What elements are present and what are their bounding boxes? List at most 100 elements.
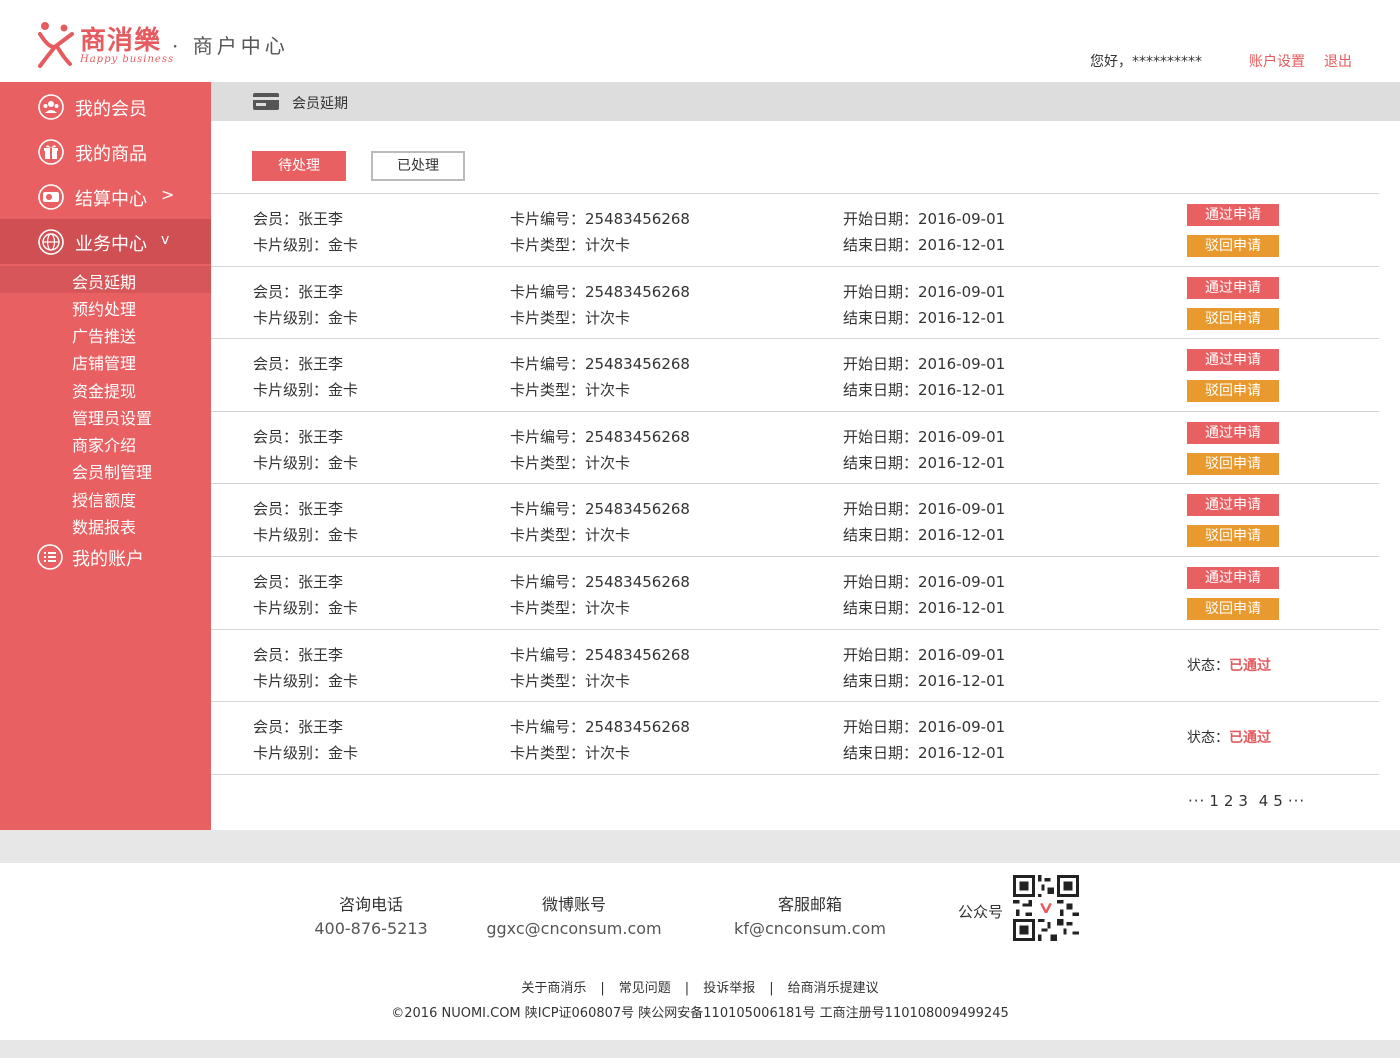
table-row: 会员：张王李 卡片级别：金卡 卡片编号：25483456268 卡片类型：计次卡 开始日…: [211, 266, 1379, 339]
start-date: 开始日期：2016-09-01: [843, 500, 1006, 518]
reject-button[interactable]: 驳回申请: [1187, 235, 1279, 257]
card-level: 卡片级别：金卡: [253, 672, 359, 690]
list-icon: [37, 544, 63, 570]
sidebar-subitem-merchant-intro[interactable]: 商家介绍: [0, 429, 211, 456]
sidebar-item-products[interactable]: 我的商品: [0, 129, 211, 174]
start-date: 开始日期：2016-09-01: [843, 283, 1006, 301]
footer-link-faq[interactable]: 常见问题: [619, 981, 671, 996]
sidebar-item-label: 结算中心: [75, 189, 147, 210]
brand-logo[interactable]: 商消樂 Happy business: [36, 20, 173, 68]
pager-page-5[interactable]: 5: [1273, 792, 1284, 810]
page-title: 会员延期: [292, 96, 348, 112]
member-name: 会员：张王李: [253, 283, 344, 301]
sidebar-item-members[interactable]: 我的会员: [0, 84, 211, 129]
pager-page-2[interactable]: 2: [1224, 792, 1235, 810]
sidebar-item-account[interactable]: 我的账户: [0, 534, 211, 579]
pager-page-4[interactable]: 4: [1259, 792, 1270, 810]
approve-button[interactable]: 通过申请: [1187, 494, 1279, 516]
card-icon: [253, 93, 279, 110]
card-type: 卡片类型：计次卡: [510, 309, 631, 327]
card-type: 卡片类型：计次卡: [510, 236, 631, 254]
gift-icon: [38, 139, 64, 165]
account-settings-link[interactable]: 账户设置: [1249, 51, 1305, 71]
footer-link-feedback[interactable]: 给商消乐提建议: [788, 981, 879, 996]
status-label: 状态：: [1187, 730, 1229, 746]
footer-weibo-value[interactable]: ggxc@cnconsum.com: [484, 919, 664, 938]
approve-button[interactable]: 通过申请: [1187, 204, 1279, 226]
sidebar-subitem-membership-extension[interactable]: 会员延期: [0, 266, 211, 293]
footer-link-separator: |: [684, 981, 690, 996]
pager-next[interactable]: ···: [1288, 792, 1305, 810]
status-badge: 状态：已通过: [1187, 727, 1271, 747]
table-row: 会员：张王李 卡片级别：金卡 卡片编号：25483456268 卡片类型：计次卡 开始日…: [211, 338, 1379, 411]
table-row: 会员：张王李 卡片级别：金卡 卡片编号：25483456268 卡片类型：计次卡 开始日…: [211, 556, 1379, 629]
card-level: 卡片级别：金卡: [253, 454, 359, 472]
tab-pending[interactable]: 待处理: [252, 151, 346, 181]
sidebar-subitem-membership-management[interactable]: 会员制管理: [0, 456, 211, 483]
member-name: 会员：张王李: [253, 573, 344, 591]
reject-button[interactable]: 驳回申请: [1187, 453, 1279, 475]
approve-button[interactable]: 通过申请: [1187, 567, 1279, 589]
approve-button[interactable]: 通过申请: [1187, 422, 1279, 444]
header: 商消樂 Happy business · 商户中心 您好，********** …: [0, 0, 1400, 82]
bottom-band: [0, 1040, 1400, 1058]
start-date: 开始日期：2016-09-01: [843, 573, 1006, 591]
pager-page-1[interactable]: 1: [1209, 792, 1220, 810]
sidebar-subitem-admin-settings[interactable]: 管理员设置: [0, 402, 211, 429]
sidebar-item-settlement[interactable]: 结算中心 >: [0, 174, 211, 219]
sidebar: 我的会员 我的商品 结算中心 > 业务中心 v 会员延期 预约处理 广告推送 店…: [0, 82, 211, 830]
end-date: 结束日期：2016-12-01: [843, 526, 1006, 544]
footer-phone-label: 咨询电话: [338, 895, 403, 914]
reject-button[interactable]: 驳回申请: [1187, 380, 1279, 402]
pager-page-3[interactable]: 3: [1238, 792, 1249, 810]
footer-link-about[interactable]: 关于商消乐: [521, 981, 586, 996]
approve-button[interactable]: 通过申请: [1187, 349, 1279, 371]
footer-links: 关于商消乐 | 常见问题 | 投诉举报 | 给商消乐提建议: [0, 977, 1400, 996]
globe-icon: [38, 229, 64, 255]
footer-link-separator: |: [600, 981, 605, 996]
footer-email-value[interactable]: kf@cnconsum.com: [730, 919, 890, 938]
card-type: 卡片类型：计次卡: [510, 744, 631, 762]
logout-link[interactable]: 退出: [1324, 51, 1352, 71]
card-number: 卡片编号：25483456268: [510, 428, 690, 446]
sidebar-item-business[interactable]: 业务中心 v: [0, 219, 211, 264]
footer-divider: [0, 830, 1400, 863]
card-number: 卡片编号：25483456268: [510, 646, 690, 664]
member-name: 会员：张王李: [253, 718, 344, 736]
reject-button[interactable]: 驳回申请: [1187, 598, 1279, 620]
footer-phone: 咨询电话 400-876-5213: [306, 891, 436, 938]
pager-prev[interactable]: ···: [1188, 792, 1205, 810]
wechat-label: 公众号: [958, 903, 1004, 921]
reject-button[interactable]: 驳回申请: [1187, 525, 1279, 547]
card-level: 卡片级别：金卡: [253, 381, 359, 399]
table-row: 会员：张王李 卡片级别：金卡 卡片编号：25483456268 卡片类型：计次卡 开始日…: [211, 629, 1379, 702]
table-row: 会员：张王李 卡片级别：金卡 卡片编号：25483456268 卡片类型：计次卡 开始日…: [211, 483, 1379, 556]
sidebar-subitem-withdrawal[interactable]: 资金提现: [0, 375, 211, 402]
card-number: 卡片编号：25483456268: [510, 573, 690, 591]
portal-title: · 商户中心: [172, 34, 289, 58]
member-name: 会员：张王李: [253, 646, 344, 664]
pagination: ··· 1 2 3 4 5 ···: [1186, 792, 1307, 810]
sidebar-subitem-reservations[interactable]: 预约处理: [0, 293, 211, 320]
footer-email: 客服邮箱 kf@cnconsum.com: [730, 891, 890, 938]
end-date: 结束日期：2016-12-01: [843, 454, 1006, 472]
member-name: 会员：张王李: [253, 210, 344, 228]
sidebar-subitem-ad-push[interactable]: 广告推送: [0, 320, 211, 347]
end-date: 结束日期：2016-12-01: [843, 599, 1006, 617]
breadcrumb: 会员延期: [211, 82, 1400, 121]
chevron-right-icon: >: [161, 185, 175, 204]
status-value: 已通过: [1229, 658, 1271, 674]
footer-link-complaints[interactable]: 投诉举报: [703, 981, 755, 996]
sidebar-subitem-store-management[interactable]: 店铺管理: [0, 347, 211, 374]
reject-button[interactable]: 驳回申请: [1187, 308, 1279, 330]
footer-weibo: 微博账号 ggxc@cnconsum.com: [484, 891, 664, 938]
card-type: 卡片类型：计次卡: [510, 381, 631, 399]
end-date: 结束日期：2016-12-01: [843, 744, 1006, 762]
sidebar-subitem-credit-limit[interactable]: 授信额度: [0, 484, 211, 511]
approve-button[interactable]: 通过申请: [1187, 277, 1279, 299]
tab-processed[interactable]: 已处理: [371, 151, 465, 181]
end-date: 结束日期：2016-12-01: [843, 236, 1006, 254]
card-type: 卡片类型：计次卡: [510, 526, 631, 544]
sidebar-item-label: 业务中心: [75, 234, 147, 255]
start-date: 开始日期：2016-09-01: [843, 646, 1006, 664]
